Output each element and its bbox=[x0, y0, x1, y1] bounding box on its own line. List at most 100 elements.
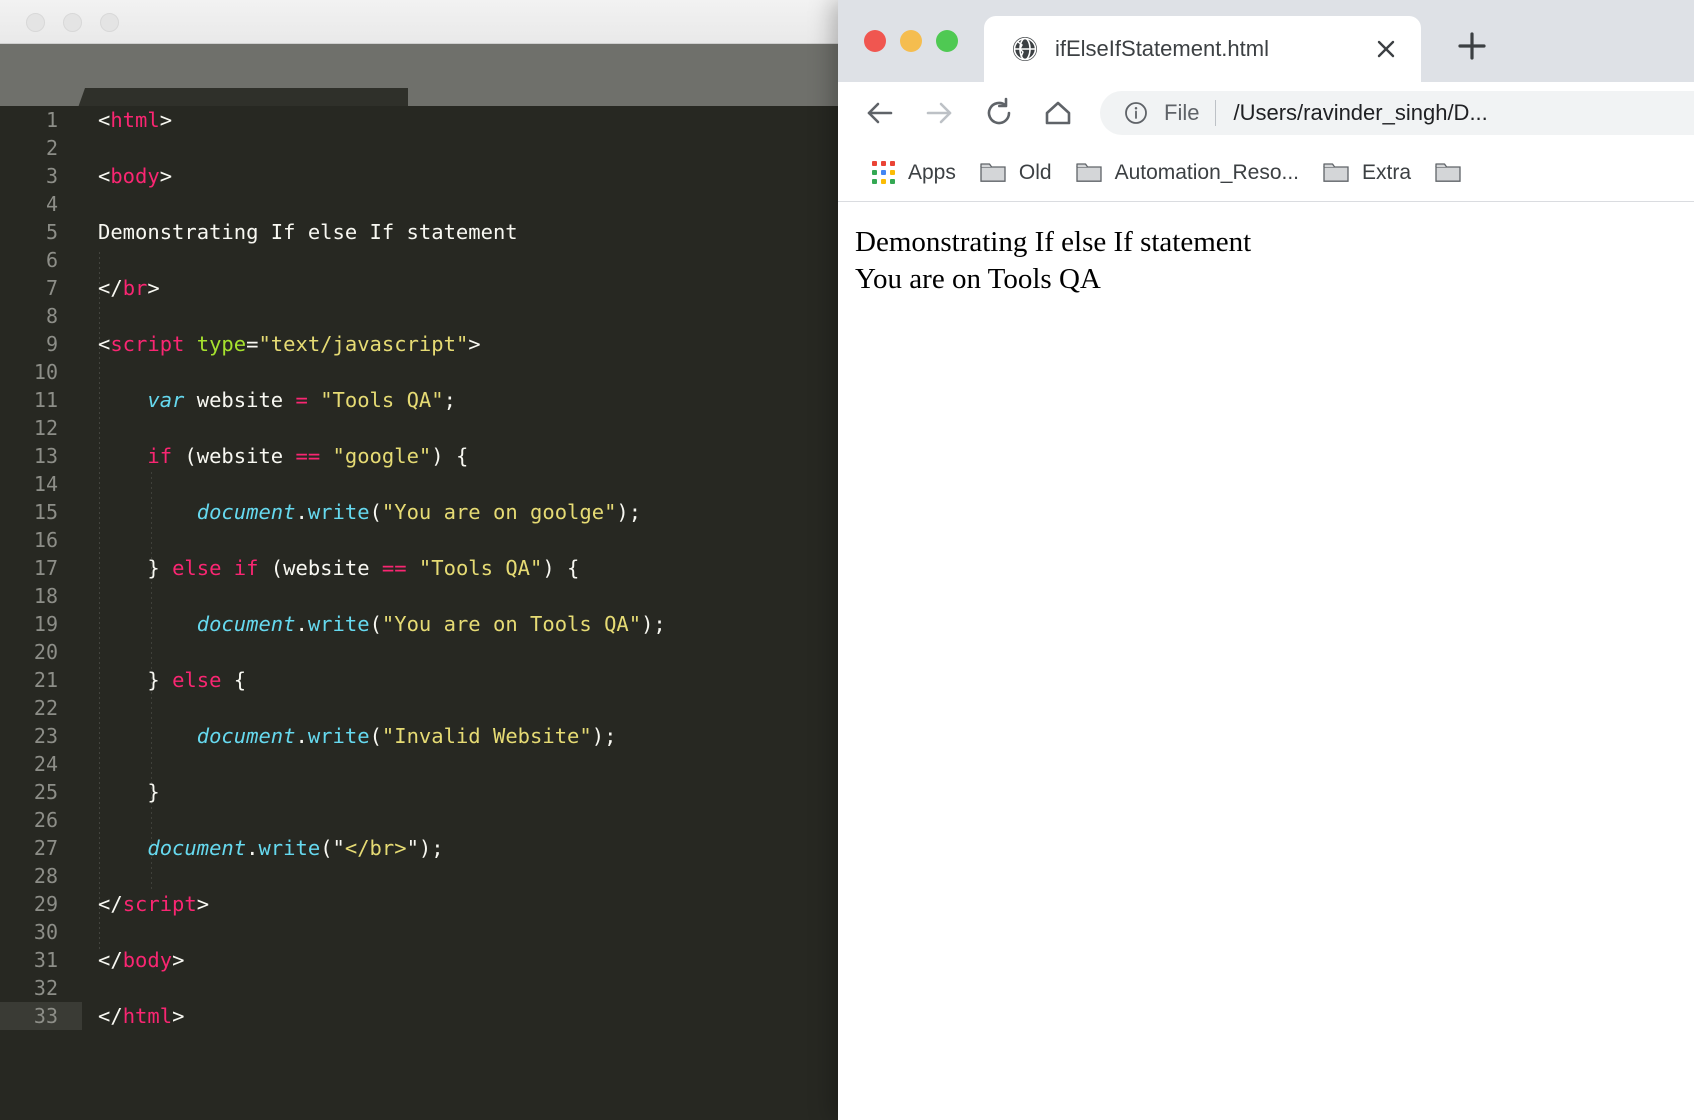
code-line[interactable]: 2 bbox=[0, 134, 838, 162]
code-lines: 1 < html > 2 3 <body> 4 5 Demonstrating If else I… bbox=[0, 106, 838, 1030]
code-token: html bbox=[122, 1004, 173, 1028]
code-token: website bbox=[184, 388, 296, 412]
code-line[interactable]: 26 bbox=[0, 806, 838, 834]
code-token: body bbox=[110, 164, 160, 188]
bookmark-truncated[interactable] bbox=[1427, 157, 1482, 188]
code-token: (website bbox=[258, 556, 382, 580]
code-line[interactable]: 16 bbox=[0, 526, 838, 554]
code-token: ( bbox=[369, 500, 382, 524]
code-line[interactable]: 32 bbox=[0, 974, 838, 1002]
code-token: (" bbox=[320, 836, 345, 860]
code-line[interactable]: 4 bbox=[0, 190, 838, 218]
code-line[interactable]: 29 </script> bbox=[0, 890, 838, 918]
code-line[interactable]: 20 bbox=[0, 638, 838, 666]
code-line-text: var website = "Tools QA"; bbox=[98, 386, 456, 414]
browser-toolbar: File /Users/ravinder_singh/D... bbox=[838, 82, 1694, 144]
browser-tab-ifelseifstatement[interactable]: ifElseIfStatement.html bbox=[984, 16, 1421, 82]
code-line[interactable]: 11 var website = "Tools QA"; bbox=[0, 386, 838, 414]
reload-icon[interactable] bbox=[979, 93, 1019, 133]
new-tab-button[interactable] bbox=[1450, 24, 1494, 68]
code-token: ( bbox=[369, 612, 382, 636]
code-line[interactable]: 7 </br> bbox=[0, 274, 838, 302]
browser-maximize-button[interactable] bbox=[936, 30, 958, 52]
bookmark-apps[interactable]: Apps bbox=[864, 156, 964, 190]
code-token: } bbox=[98, 780, 160, 804]
code-token: . bbox=[295, 612, 308, 636]
line-number: 21 bbox=[33, 668, 58, 692]
code-line[interactable]: 28 bbox=[0, 862, 838, 890]
browser-tabstrip: ifElseIfStatement.html bbox=[838, 0, 1694, 82]
browser-close-button[interactable] bbox=[864, 30, 886, 52]
browser-tab-title: ifElseIfStatement.html bbox=[1055, 36, 1269, 61]
line-number: 5 bbox=[45, 220, 58, 244]
code-line[interactable]: 3 <body> bbox=[0, 162, 838, 190]
page-viewport: Demonstrating If else If statement You a… bbox=[838, 202, 1694, 1120]
bookmark-automation-resources[interactable]: Automation_Reso... bbox=[1068, 156, 1307, 190]
code-token: "); bbox=[406, 836, 444, 860]
bookmark-old[interactable]: Old bbox=[972, 156, 1060, 190]
line-number: 10 bbox=[33, 360, 58, 384]
code-line[interactable]: 22 bbox=[0, 694, 838, 722]
code-line[interactable]: 25 } bbox=[0, 778, 838, 806]
code-line[interactable]: 10 bbox=[0, 358, 838, 386]
code-line[interactable]: 9 <script type="text/javascript"> bbox=[0, 330, 838, 358]
code-line[interactable]: 31 </body> bbox=[0, 946, 838, 974]
code-line[interactable]: 5 Demonstrating If else If statement bbox=[0, 218, 838, 246]
code-line[interactable]: 18 bbox=[0, 582, 838, 610]
code-token: "You are on goolge" bbox=[381, 500, 617, 524]
code-line[interactable]: 27 document.write("</br>"); bbox=[0, 834, 838, 862]
code-token: else bbox=[172, 668, 222, 692]
code-editor-window: ifElseIfStatement.html × 1<html>23<body>… bbox=[0, 0, 838, 1120]
folder-icon bbox=[1075, 162, 1102, 183]
code-line[interactable]: 6 bbox=[0, 246, 838, 274]
editor-close-button[interactable] bbox=[26, 13, 45, 32]
editor-minimize-button[interactable] bbox=[63, 13, 82, 32]
home-icon[interactable] bbox=[1038, 93, 1078, 133]
code-line[interactable]: 21 } else { bbox=[0, 666, 838, 694]
bookmark-extra[interactable]: Extra bbox=[1315, 156, 1419, 190]
line-number: 25 bbox=[33, 780, 58, 804]
apps-grid-dot bbox=[890, 161, 895, 166]
browser-minimize-button[interactable] bbox=[900, 30, 922, 52]
line-number: 14 bbox=[33, 472, 58, 496]
code-token: > bbox=[196, 892, 210, 916]
line-number: 20 bbox=[33, 640, 58, 664]
info-circle-icon[interactable] bbox=[1124, 101, 1148, 125]
line-number: 8 bbox=[45, 304, 58, 328]
line-number: 4 bbox=[45, 192, 58, 216]
code-line[interactable]: 19 document.write("You are on Tools QA")… bbox=[0, 610, 838, 638]
line-number: 2 bbox=[45, 136, 58, 160]
omnibox[interactable]: File /Users/ravinder_singh/D... bbox=[1100, 91, 1694, 135]
code-line[interactable]: 14 bbox=[0, 470, 838, 498]
code-token: > bbox=[172, 948, 185, 972]
code-line[interactable]: 30 bbox=[0, 918, 838, 946]
code-token: </br> bbox=[344, 836, 407, 860]
code-line[interactable]: 13 if (website == "google") { bbox=[0, 442, 838, 470]
bookmark-label: Extra bbox=[1362, 160, 1412, 184]
code-line[interactable]: 15 document.write("You are on goolge"); bbox=[0, 498, 838, 526]
page-line-1: Demonstrating If else If statement bbox=[855, 226, 1252, 258]
line-number: 1 bbox=[45, 108, 58, 132]
code-token: document bbox=[196, 500, 296, 524]
code-line[interactable]: 12 bbox=[0, 414, 838, 442]
line-number: 24 bbox=[33, 752, 58, 776]
code-token: write bbox=[307, 724, 370, 748]
code-editor-area[interactable]: 1 < html > 2 3 <body> 4 5 Demonstrating If else I… bbox=[0, 106, 838, 1120]
code-token: < bbox=[98, 108, 111, 132]
editor-zoom-button[interactable] bbox=[100, 13, 119, 32]
arrow-left-icon[interactable] bbox=[860, 93, 900, 133]
code-line[interactable]: 1 <html> bbox=[0, 106, 838, 134]
close-icon[interactable] bbox=[1373, 36, 1399, 62]
code-line[interactable]: 23 document.write("Invalid Website"); bbox=[0, 722, 838, 750]
omnibox-url-text[interactable]: /Users/ravinder_singh/D... bbox=[1233, 100, 1487, 126]
code-line[interactable]: 24 bbox=[0, 750, 838, 778]
code-line[interactable]: 8 bbox=[0, 302, 838, 330]
line-number: 31 bbox=[33, 948, 58, 972]
code-token: > bbox=[147, 276, 160, 300]
code-line[interactable]: 17 } else if (website == "Tools QA") { bbox=[0, 554, 838, 582]
code-line[interactable]: 33 </html> bbox=[0, 1002, 838, 1030]
rendered-page-content: Demonstrating If else If statement You a… bbox=[838, 202, 1694, 299]
